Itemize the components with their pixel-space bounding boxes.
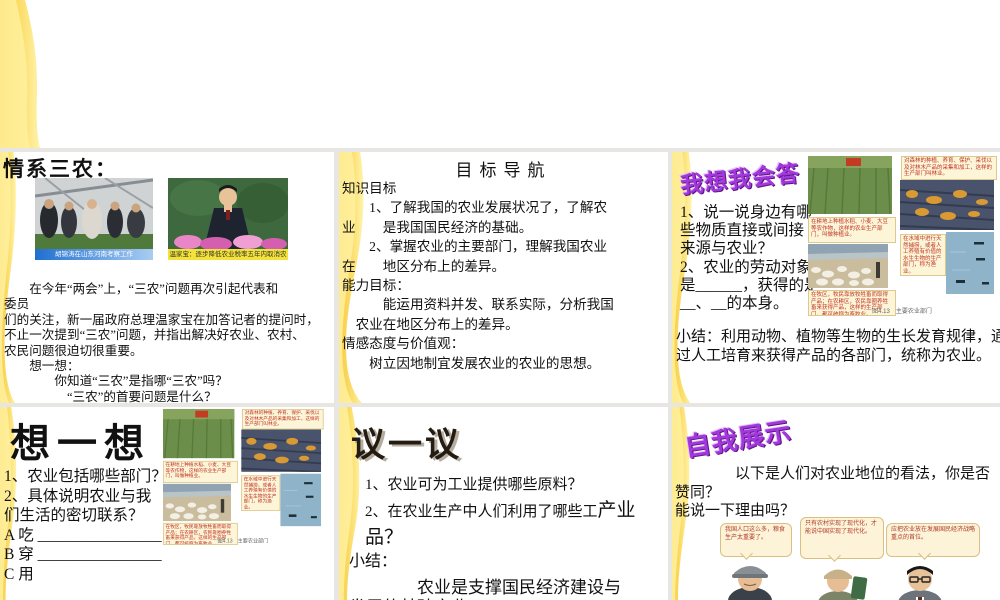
cartoon-worker: [818, 569, 868, 600]
slide3-summary: 小结：利用动物、植物等生物的生长发育规律，通 过人工培育来获得产品的各部门，统称…: [676, 329, 1000, 364]
slide2-title: 目标导航: [455, 161, 552, 180]
photo-cropland: [808, 156, 892, 214]
slide3-title-wordart: 我想我会答: [679, 160, 802, 199]
photo-sheep-flock: [808, 244, 888, 288]
caption-forestry: 对森林的种植、养育、保护、采伐以及对林木产品的采集和加工，这样的生产部门叫林业。: [901, 156, 997, 180]
ribbon-decoration: [0, 0, 40, 148]
photo-caption: 胡锦涛在山东河南考察工作: [35, 249, 153, 260]
slide-1-sannong[interactable]: 情系三农： 胡锦涛在山东河南考察工作 温家宝：逐步降低农业税率五年内取消农 在今…: [0, 152, 334, 403]
agriculture-sectors-collage: 在耕地上种植水稻、小麦、大豆等农作物，这样的农业生产部门，叫做种植业。 对森林的…: [163, 409, 324, 547]
slide5-title-wordart: 议一议: [351, 427, 462, 464]
photo-forest-aerial: [900, 180, 994, 230]
figure-caption: 图4.13 主要农业部门: [872, 309, 932, 315]
slide-sorter-canvas: 情系三农： 胡锦涛在山东河南考察工作 温家宝：逐步降低农业税率五年内取消农 在今…: [0, 0, 1000, 600]
caption-fishery: 在水域中进行天然捕捞，或者人工养殖有价值的水生生物的生产部门，称为渔业。: [241, 475, 281, 511]
slide5-question-1: 1、农业可为工业提供哪些原料？: [365, 477, 583, 493]
photo-forest-aerial: [241, 429, 322, 472]
slide6-title-wordart: 自我展示: [682, 416, 794, 463]
agriculture-sectors-collage: 在耕地上种植水稻、小麦、大豆等农作物，这样的农业生产部门，叫做种植业。 对森林的…: [808, 156, 997, 318]
caption-fishery: 在水域中进行天然捕捞，或者人工养殖有价值的水生生物的生产部门，称为渔业。: [900, 234, 946, 276]
slide5-summary-line2: 发展的基础产业: [349, 593, 468, 600]
slide1-body-text: 在今年“两会”上，“三农”问题再次引起代表和 委员 们的关注，新一届政府总理温家…: [4, 282, 319, 403]
cartoon-farmer: [728, 566, 772, 600]
photo-cropland: [163, 409, 235, 459]
slide4-title: 想一想: [10, 421, 151, 466]
photo-sea-fishery: [946, 232, 994, 294]
slide5-question-2: 2、在农业生产中人们利用了哪些工产业品？: [365, 500, 636, 548]
slide6-body-text: 以下是人们对农业地位的看法，你是否 赞同？ 能说一下理由吗？: [675, 466, 991, 519]
photo-wen-jiabao: 温家宝：逐步降低农业税率五年内取消农业税: [168, 178, 289, 260]
slide-partial-top[interactable]: [0, 0, 1000, 148]
slide2-body-text: 知识目标 1、了解我国的农业发展状况了，了解农 业 是我国国民经济的基础。 2、…: [342, 181, 614, 371]
slide5-summary-label: 小结：: [349, 553, 398, 570]
slide-2-objectives[interactable]: 目标导航 知识目标 1、了解我国的农业发展状况了，了解农 业 是我国国民经济的基…: [339, 152, 668, 403]
photo-greenhouse-visit: 胡锦涛在山东河南考察工作: [34, 177, 154, 260]
speech-bubble-official: 应把农业放在发展国民经济战略重点的首位。: [886, 523, 980, 557]
speech-bubble-farmer: 我国人口这么多，粮食生产太重要了。: [720, 523, 792, 557]
caption-forestry: 对森林的种植、养育、保护、采伐以及对林木产品的采集和加工，这样的生产部门叫林业。: [242, 409, 324, 430]
speech-bubble-worker: 只有农村实现了现代化，才能说中国实现了现代化。: [800, 517, 884, 559]
slide-6-self-show[interactable]: 自我展示 以下是人们对农业地位的看法，你是否 赞同？ 能说一下理由吗？ 我国人口…: [672, 407, 1000, 600]
caption-planting: 在耕地上种植水稻、小麦、大豆等农作物，这样的农业生产部门，叫做种植业。: [163, 460, 238, 483]
caption-planting: 在耕地上种植水稻、小麦、大豆等农作物，这样的农业生产部门，叫做种植业。: [808, 217, 896, 243]
slide-3-i-can-answer[interactable]: 我想我会答 1、说一说身边有哪 些物质直接或间接 来源与农业？ 2、农业的劳动对…: [672, 152, 1000, 403]
cartoon-official: [898, 566, 942, 600]
photo-caption: 温家宝：逐步降低农业税率五年内取消农业税: [168, 249, 288, 260]
figure-caption: 图4.13 主要农业部门: [217, 539, 269, 545]
slide-4-think[interactable]: 想一想 1、农业包括哪些部门？ 2、具体说明农业与我 们生活的密切联系？ A 吃…: [0, 407, 334, 600]
photo-sheep-flock: [163, 483, 231, 522]
slide4-questions: 1、农业包括哪些部门？ 2、具体说明农业与我 们生活的密切联系？ A 吃 ___…: [4, 468, 167, 600]
slide-5-discuss[interactable]: 议一议 1、农业可为工业提供哪些原料？ 2、在农业生产中人们利用了哪些工产业品？…: [339, 407, 668, 600]
photo-sea-fishery: [280, 473, 322, 527]
